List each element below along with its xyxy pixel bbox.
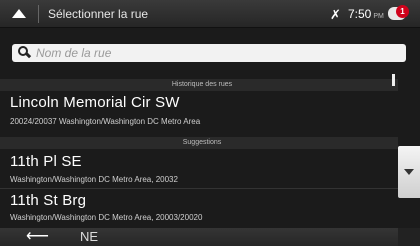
- section-header-history: Historique des rues: [0, 79, 404, 91]
- page-title: Sélectionner la rue: [48, 7, 149, 21]
- search-input[interactable]: [36, 45, 396, 61]
- street-location: 20024/20037 Washington/Washington DC Met…: [10, 117, 201, 126]
- street-name: 11th St Brg: [10, 192, 87, 209]
- bottom-bar: [0, 228, 420, 246]
- search-icon: [18, 46, 32, 60]
- section-header-suggestions: Suggestions: [0, 137, 404, 149]
- street-name: Lincoln Memorial Cir SW: [10, 94, 180, 111]
- divider: [38, 5, 39, 23]
- street-location: Washington/Washington DC Metro Area, 200…: [10, 175, 178, 184]
- scroll-down-button[interactable]: [398, 146, 420, 198]
- clock: 7:50 PM: [348, 7, 384, 21]
- scroll-up-button[interactable]: [398, 228, 420, 246]
- up-arrow-icon[interactable]: [12, 9, 26, 18]
- list-item[interactable]: Lincoln Memorial Cir SW 20024/20037 Wash…: [0, 92, 398, 130]
- street-name: NE: [80, 229, 99, 244]
- street-location: Washington/Washington DC Metro Area, 200…: [10, 213, 203, 222]
- clock-ampm: PM: [373, 13, 384, 20]
- scroll-down-icon: [404, 169, 414, 175]
- message-icon[interactable]: 1: [388, 5, 410, 22]
- message-badge: 1: [396, 5, 409, 18]
- row-divider: [0, 188, 398, 189]
- satellite-icon: ✗: [330, 7, 341, 22]
- street-name: 11th Pl SE: [10, 153, 82, 170]
- back-arrow-icon[interactable]: ⟵: [26, 229, 49, 245]
- scrollbar-thumb[interactable]: [392, 74, 395, 86]
- search-box[interactable]: [12, 44, 406, 62]
- list-item[interactable]: 11th St Brg Washington/Washington DC Met…: [0, 192, 398, 230]
- top-bar: Sélectionner la rue ✗ 7:50 PM 1: [0, 0, 420, 28]
- list-item[interactable]: 11th Pl SE Washington/Washington DC Metr…: [0, 150, 398, 188]
- clock-time: 7:50: [348, 7, 372, 21]
